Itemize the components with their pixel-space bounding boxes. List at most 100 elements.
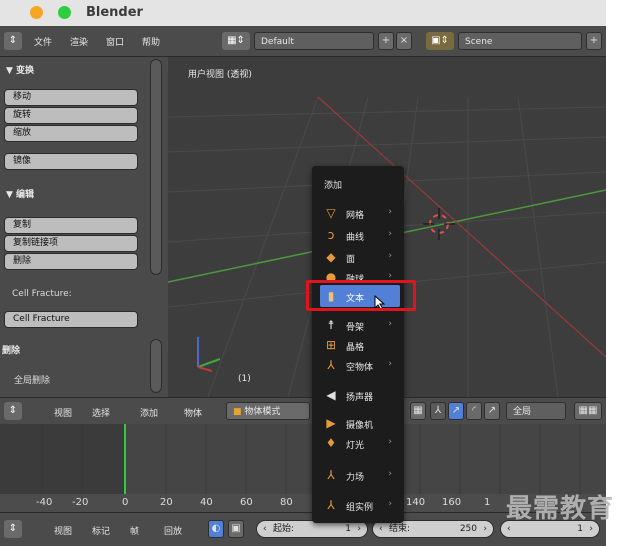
tick-label: 0 — [122, 497, 129, 508]
menu-select[interactable]: 选择 — [92, 406, 110, 419]
menu-render[interactable]: 渲染 — [70, 35, 88, 48]
mode-select[interactable]: ■ 物体模式 — [226, 402, 310, 420]
menu-help[interactable]: 帮助 — [142, 35, 160, 48]
info-menubar: ⇕ 文件 渲染 窗口 帮助 ▦⇕ Default + × ▣⇕ Scene + — [0, 26, 606, 57]
orientation-select[interactable]: 全局 — [506, 402, 566, 420]
timeline-area[interactable] — [0, 424, 606, 494]
timeline-editor-type-icon[interactable]: ⇕ — [4, 520, 22, 538]
menu-item-force-field[interactable]: ⅄ 力场 › — [320, 464, 400, 486]
menu-add[interactable]: 添加 — [140, 406, 158, 419]
end-right-arrow-icon[interactable]: › — [483, 521, 487, 537]
duplicate-linked-button[interactable]: 复制链接项 — [4, 235, 138, 252]
edit-panel-header[interactable]: ▼ 编辑 — [6, 187, 34, 200]
menu-timeline-view[interactable]: 视图 — [54, 524, 72, 537]
menu-view[interactable]: 视图 — [54, 406, 72, 419]
menu-item-surface[interactable]: ◆ 面 › — [320, 246, 400, 268]
start-right-arrow-icon[interactable]: › — [357, 521, 361, 537]
scale-manip-icon[interactable]: ↗ — [484, 402, 500, 420]
preview-range-icon[interactable]: ◐ — [208, 520, 224, 538]
submenu-arrow-icon: › — [388, 229, 392, 239]
menu-playback[interactable]: 回放 — [164, 524, 182, 537]
blender-window: Blender ⇕ 文件 渲染 窗口 帮助 ▦⇕ Default + × ▣⇕ … — [0, 0, 606, 546]
submenu-arrow-icon: › — [388, 319, 392, 329]
layers-icon[interactable]: ▦▦ — [574, 402, 602, 420]
menu-item-mesh[interactable]: ▽ 网格 › — [320, 202, 400, 224]
menu-item-label: 晶格 — [346, 343, 365, 353]
translate-button[interactable]: 移动 — [4, 89, 138, 106]
menu-item-lattice[interactable]: ⊞ 晶格 — [320, 334, 400, 356]
3d-editor-type-icon[interactable]: ⇕ — [4, 402, 22, 420]
menu-item-armature[interactable]: ☨ 骨架 › — [320, 314, 400, 336]
mode-cube-icon: ■ — [233, 407, 245, 417]
menu-item-speaker[interactable]: ◀ 扬声器 — [320, 384, 400, 406]
mode-label: 物体模式 — [244, 407, 281, 417]
scene-field[interactable]: Scene — [458, 32, 582, 50]
delete-panel-header[interactable]: 删除 — [2, 343, 20, 356]
app-title: Blender — [86, 5, 143, 20]
scene-icon[interactable]: ▣⇕ — [426, 32, 454, 50]
menu-window[interactable]: 窗口 — [106, 35, 124, 48]
transform-panel-header[interactable]: ▼ 变换 — [6, 63, 34, 76]
start-left-arrow-icon[interactable]: ‹ — [263, 521, 267, 537]
menu-item-label: 扬声器 — [346, 393, 374, 403]
menu-frame[interactable]: 帧 — [130, 524, 139, 537]
end-left-arrow-icon[interactable]: ‹ — [379, 521, 383, 537]
minimize-button[interactable] — [30, 6, 43, 19]
axis-gizmo-icon — [197, 337, 221, 372]
end-frame-label: 结束: — [389, 524, 411, 534]
translate-manip-icon[interactable]: ↗ — [448, 402, 464, 420]
layout-field[interactable]: Default — [254, 32, 374, 50]
delete-all-label[interactable]: 全局删除 — [14, 373, 50, 386]
tick-label: 140 — [406, 497, 426, 508]
menu-item-label: 灯光 — [346, 441, 365, 451]
surface-icon: ◆ — [326, 250, 336, 264]
menu-item-curve[interactable]: ↄ 曲线 › — [320, 224, 400, 246]
rotate-button[interactable]: 旋转 — [4, 107, 138, 124]
toolshelf-scrollbar[interactable] — [150, 59, 162, 275]
lamp-icon: ♦ — [325, 436, 337, 450]
rotate-manip-icon[interactable]: ◜ — [466, 402, 482, 420]
tick-label: 80 — [280, 497, 293, 508]
camera-lock-icon[interactable]: ▣ — [228, 520, 244, 538]
tick-label: 20 — [160, 497, 173, 508]
menu-item-label: 曲线 — [346, 233, 365, 243]
maximize-button[interactable] — [58, 6, 71, 19]
tick-label: -20 — [72, 497, 89, 508]
start-frame-label: 起始: — [273, 524, 295, 534]
delete-button[interactable]: 删除 — [4, 253, 138, 270]
duplicate-button[interactable]: 复制 — [4, 217, 138, 234]
menu-item-empty[interactable]: ⅄ 空物体 › — [320, 354, 400, 376]
menu-item-group-instance[interactable]: ⅄ 组实例 › — [320, 494, 400, 516]
camera-icon: ▶ — [326, 416, 336, 430]
mirror-button[interactable]: 镜像 — [4, 153, 138, 170]
add-scene-icon[interactable]: + — [586, 32, 602, 50]
3d-cursor-icon — [423, 208, 455, 240]
menu-item-lamp[interactable]: ♦ 灯光 › — [320, 432, 400, 454]
cell-fracture-label: Cell Fracture: — [12, 289, 72, 299]
menu-item-label: 摄像机 — [346, 421, 374, 431]
add-menu: 添加 ▽ 网格 › ↄ 曲线 › ◆ 面 › ● 融球 › ▮ 文本 ☨ 骨架 … — [312, 166, 404, 523]
start-frame-value: 1 — [345, 524, 351, 534]
menu-object[interactable]: 物体 — [184, 406, 202, 419]
tick-label: -40 — [36, 497, 53, 508]
tick-label: 60 — [240, 497, 253, 508]
remove-layout-icon[interactable]: × — [396, 32, 412, 50]
menu-marker[interactable]: 标记 — [92, 524, 110, 537]
3d-view-header: ⇕ 视图 选择 添加 物体 ■ 物体模式 ▦ ⅄ ↗ ◜ ↗ 全局 ▦▦ — [0, 397, 606, 425]
cell-fracture-button[interactable]: Cell Fracture — [4, 311, 138, 328]
group-instance-icon: ⅄ — [327, 498, 335, 512]
submenu-arrow-icon: › — [388, 437, 392, 447]
toolshelf-scrollbar-lower[interactable] — [150, 339, 162, 393]
snap-icon[interactable]: ▦ — [410, 402, 426, 420]
screen-layout-icon[interactable]: ▦⇕ — [222, 32, 250, 50]
add-layout-icon[interactable]: + — [378, 32, 394, 50]
scale-button[interactable]: 缩放 — [4, 125, 138, 142]
manipulator-icon[interactable]: ⅄ — [430, 402, 446, 420]
submenu-arrow-icon: › — [388, 251, 392, 261]
menu-item-camera[interactable]: ▶ 摄像机 — [320, 412, 400, 434]
submenu-arrow-icon: › — [388, 207, 392, 217]
editor-type-icon[interactable]: ⇕ — [4, 32, 22, 50]
tick-label: 1 — [484, 497, 491, 508]
menu-file[interactable]: 文件 — [34, 35, 52, 48]
lattice-icon: ⊞ — [325, 338, 337, 352]
